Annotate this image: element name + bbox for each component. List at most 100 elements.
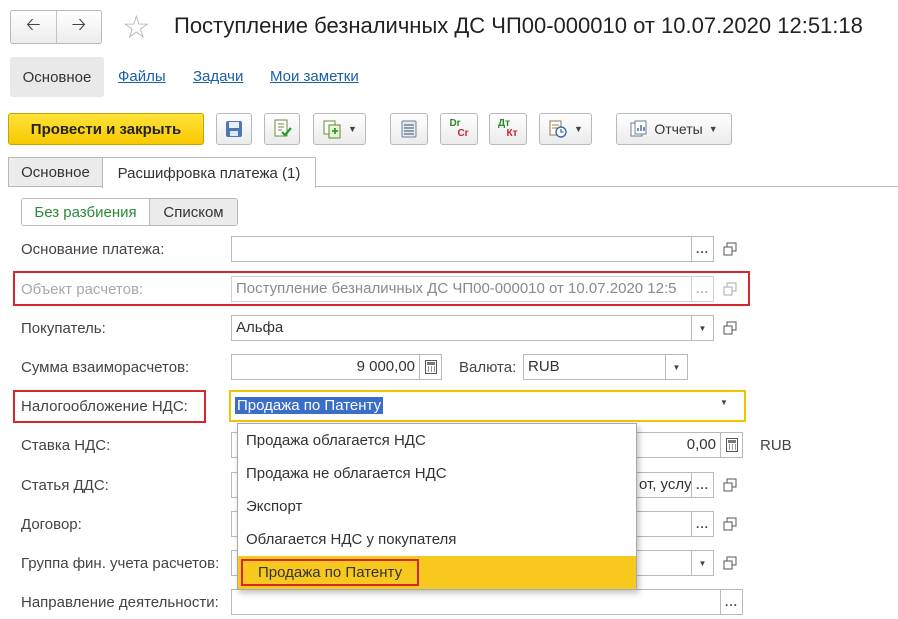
- buyer-field[interactable]: Альфа: [231, 315, 692, 341]
- chevron-down-icon[interactable]: ▼: [720, 398, 728, 407]
- open-window-icon: [723, 478, 737, 492]
- dropdown-option-selected[interactable]: Продажа по Патенту: [238, 556, 636, 589]
- contract-field[interactable]: [634, 511, 692, 537]
- open-window-icon: [723, 242, 737, 256]
- buyer-dropdown-button[interactable]: ▼: [691, 315, 714, 341]
- basis-label: Основание платежа:: [21, 241, 165, 258]
- chevron-down-icon: ▼: [698, 558, 707, 568]
- reports-button[interactable]: Отчеты ▼: [616, 113, 732, 145]
- nav-files[interactable]: Файлы: [118, 68, 166, 85]
- forward-button[interactable]: 🡢: [55, 11, 102, 43]
- ellipsis-icon: ...: [724, 595, 738, 609]
- vat-tax-dropdown-list: Продажа облагается НДС Продажа не облага…: [237, 423, 637, 590]
- basis-select-button[interactable]: ...: [691, 236, 714, 262]
- sum-label: Сумма взаиморасчетов:: [21, 359, 190, 376]
- vat-tax-value[interactable]: Продажа по Патенту: [235, 397, 384, 414]
- ellipsis-icon: ...: [695, 478, 709, 492]
- option-label: Продажа не облагается НДС: [246, 465, 447, 482]
- dds-select-button[interactable]: ...: [691, 472, 714, 498]
- favorite-star-icon[interactable]: ☆: [122, 11, 151, 43]
- group-label: Группа фин. учета расчетов:: [21, 555, 220, 572]
- ellipsis-icon: ...: [695, 242, 709, 256]
- tab-payment-decode[interactable]: Расшифровка платежа (1): [102, 157, 316, 188]
- window-title: Поступление безналичных ДС ЧП00-000010 о…: [174, 13, 863, 38]
- contract-label: Договор:: [21, 516, 82, 533]
- ellipsis-icon: ...: [695, 517, 709, 531]
- post-and-close-button[interactable]: Провести и закрыть: [8, 113, 204, 145]
- history-nav: 🡠 🡢: [10, 10, 102, 44]
- back-button[interactable]: 🡠: [11, 11, 56, 43]
- nav-tasks[interactable]: Задачи: [193, 68, 243, 85]
- chevron-down-icon: ▼: [348, 124, 357, 134]
- calculator-icon: [424, 360, 437, 374]
- contract-select-button[interactable]: ...: [691, 511, 714, 537]
- vat-tax-label: Налогообложение НДС:: [21, 398, 188, 415]
- open-window-icon: [723, 321, 737, 335]
- calculator-icon: [725, 438, 738, 452]
- save-icon: [226, 121, 242, 137]
- kt-label: Кт: [506, 128, 518, 139]
- list-icon: [401, 120, 417, 138]
- dropdown-option[interactable]: Облагается НДС у покупателя: [238, 523, 636, 556]
- chevron-down-icon: ▼: [574, 124, 583, 134]
- vat-currency-label: RUB: [760, 437, 792, 454]
- direction-field[interactable]: [231, 589, 721, 615]
- chevron-down-icon: ▼: [698, 323, 707, 333]
- document-clock-icon: [549, 120, 567, 138]
- group-open-button[interactable]: [717, 550, 743, 576]
- post-button[interactable]: [264, 113, 300, 145]
- buyer-open-button[interactable]: [717, 315, 743, 341]
- option-label: Продажа по Патенту: [241, 559, 420, 586]
- sum-field[interactable]: 9 000,00: [231, 354, 420, 380]
- direction-label: Направление деятельности:: [21, 594, 219, 611]
- dropdown-option[interactable]: Экспорт: [238, 490, 636, 523]
- ellipsis-icon: ...: [695, 282, 709, 296]
- option-label: Облагается НДС у покупателя: [246, 531, 457, 548]
- dt-kt-button[interactable]: Дт Кт: [489, 113, 527, 145]
- contract-open-button[interactable]: [717, 511, 743, 537]
- no-split-option[interactable]: Без разбиения: [22, 199, 150, 225]
- currency-dropdown-button[interactable]: ▼: [665, 354, 688, 380]
- dds-label: Статья ДДС:: [21, 477, 109, 494]
- dds-open-button[interactable]: [717, 472, 743, 498]
- buyer-label: Покупатель:: [21, 320, 106, 337]
- nav-main[interactable]: Основное: [10, 57, 104, 97]
- dropdown-option[interactable]: Продажа облагается НДС: [238, 424, 636, 457]
- object-open-button[interactable]: [717, 276, 743, 302]
- arrow-left-icon: 🡠: [25, 14, 41, 34]
- open-window-icon: [723, 556, 737, 570]
- object-label: Объект расчетов:: [21, 281, 144, 298]
- group-field[interactable]: [634, 550, 692, 576]
- open-window-icon: [723, 517, 737, 531]
- list-button[interactable]: [390, 113, 428, 145]
- group-dropdown-button[interactable]: ▼: [691, 550, 714, 576]
- vat-amount-field[interactable]: 0,00: [634, 432, 721, 458]
- sum-calculator-button[interactable]: [419, 354, 442, 380]
- list-option[interactable]: Списком: [150, 199, 237, 225]
- post-document-icon: [274, 119, 292, 137]
- attachments-button[interactable]: ▼: [539, 113, 592, 145]
- tab-main[interactable]: Основное: [8, 157, 103, 187]
- currency-label: Валюта:: [459, 359, 517, 376]
- vat-calculator-button[interactable]: [720, 432, 743, 458]
- dds-field[interactable]: от, услу: [634, 472, 692, 498]
- chevron-down-icon: ▼: [708, 124, 718, 134]
- option-label: Продажа облагается НДС: [246, 432, 426, 449]
- basis-field[interactable]: [231, 236, 692, 262]
- reports-icon: [630, 120, 647, 137]
- split-mode-toggle: Без разбиения Списком: [21, 198, 238, 226]
- save-button[interactable]: [216, 113, 252, 145]
- reports-label: Отчеты: [654, 121, 703, 137]
- dr-cr-button[interactable]: Dr Cr: [440, 113, 478, 145]
- object-field: Поступление безналичных ДС ЧП00-000010 о…: [231, 276, 692, 302]
- nav-notes[interactable]: Мои заметки: [270, 68, 359, 85]
- basis-open-button[interactable]: [717, 236, 743, 262]
- chevron-down-icon: ▼: [672, 362, 681, 372]
- create-based-on-button[interactable]: ▼: [313, 113, 366, 145]
- currency-field[interactable]: RUB: [523, 354, 666, 380]
- direction-select-button[interactable]: ...: [720, 589, 743, 615]
- cr-label: Cr: [457, 128, 469, 139]
- vat-rate-label: Ставка НДС:: [21, 437, 111, 454]
- dropdown-option[interactable]: Продажа не облагается НДС: [238, 457, 636, 490]
- option-label: Экспорт: [246, 498, 303, 515]
